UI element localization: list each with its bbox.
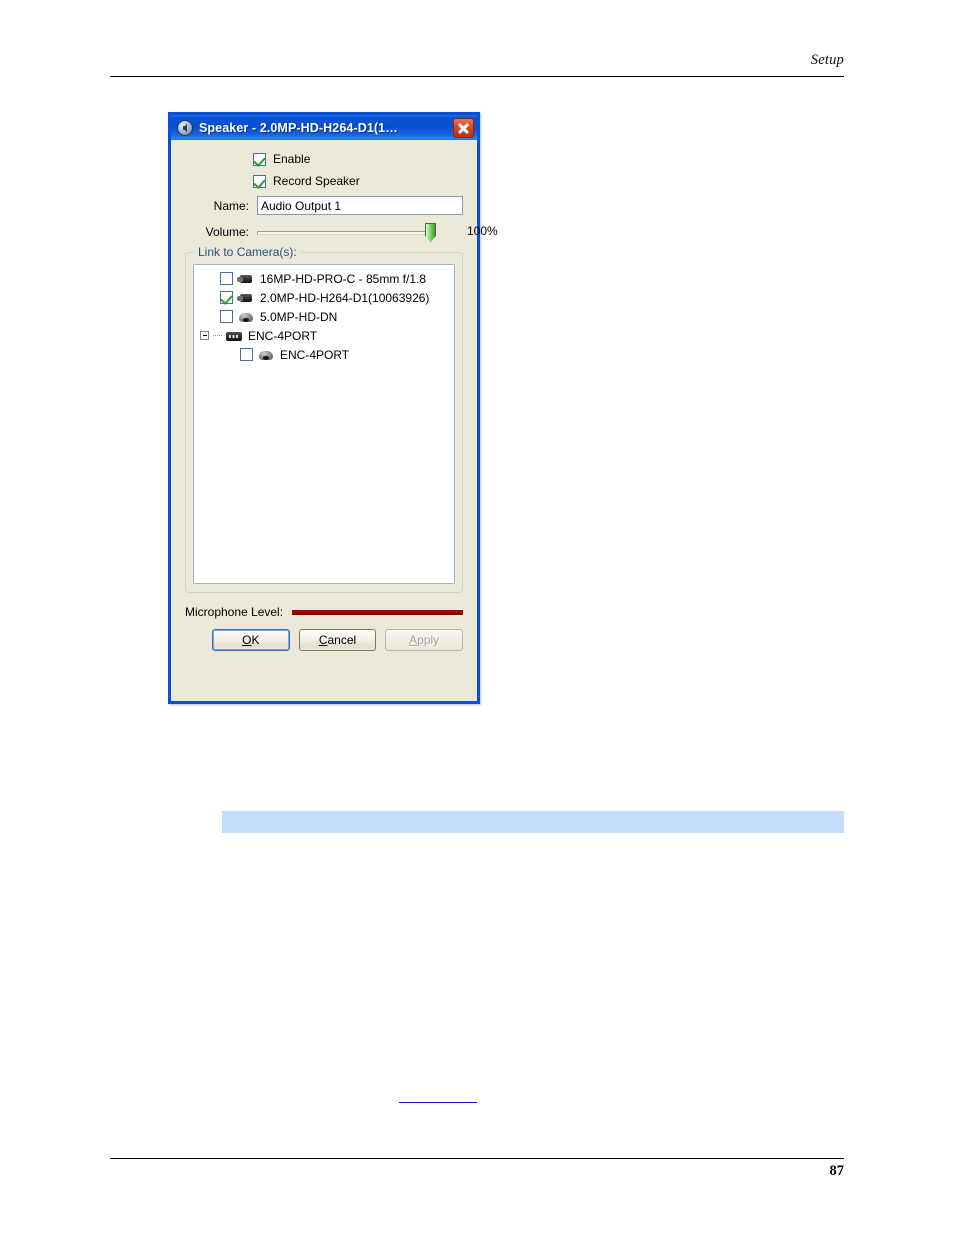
microphone-level-meter: [292, 609, 463, 615]
dialog-body: Enable Record Speaker Name: Volume: 100%…: [171, 140, 498, 651]
enable-row[interactable]: Enable: [253, 152, 463, 166]
bullet-camera-icon: [237, 291, 255, 305]
tree-item-label: 5.0MP-HD-DN: [260, 309, 338, 324]
ok-button-label: OK: [242, 633, 260, 647]
name-row: Name:: [185, 196, 463, 215]
volume-slider-track[interactable]: [257, 231, 433, 235]
highlighted-text-bar: [222, 811, 844, 833]
footer-divider: [110, 1158, 844, 1159]
tree-item-label: ENC-4PORT: [280, 347, 350, 362]
microphone-level-label: Microphone Level:: [185, 605, 284, 619]
tree-item-enc-4port-child[interactable]: ENC-4PORT: [196, 345, 452, 364]
page-header: Setup: [110, 52, 844, 82]
volume-value: 100%: [467, 224, 498, 238]
encoder-icon: [225, 329, 243, 343]
tree-checkbox[interactable]: [220, 272, 233, 285]
speaker-icon: [177, 119, 193, 136]
tree-checkbox[interactable]: [240, 348, 253, 361]
page-header-title: Setup: [810, 52, 844, 68]
close-icon[interactable]: [453, 117, 474, 138]
header-divider: [110, 76, 844, 77]
dialog-title: Speaker - 2.0MP-HD-H264-D1(1…: [199, 120, 398, 135]
dialog-titlebar[interactable]: Speaker - 2.0MP-HD-H264-D1(1…: [168, 112, 480, 140]
apply-button: Apply: [385, 629, 464, 651]
ok-button[interactable]: OK: [212, 629, 290, 651]
cancel-button-label: Cancel: [318, 633, 357, 647]
name-input[interactable]: [257, 196, 463, 215]
volume-label: Volume:: [205, 225, 249, 239]
tree-checkbox[interactable]: [220, 310, 233, 323]
record-speaker-label: Record Speaker: [273, 174, 360, 188]
volume-row: Volume: 100%: [185, 222, 498, 242]
enable-checkbox[interactable]: [253, 152, 266, 166]
volume-slider-thumb[interactable]: [425, 223, 436, 242]
cancel-button[interactable]: Cancel: [298, 629, 377, 651]
record-speaker-row[interactable]: Record Speaker: [253, 174, 463, 188]
page-number: 87: [829, 1163, 845, 1179]
enable-label: Enable: [273, 152, 311, 166]
bullet-camera-icon: [237, 272, 255, 286]
apply-button-label: Apply: [409, 633, 440, 647]
tree-item-label: ENC-4PORT: [248, 328, 318, 343]
tree-item-16mp-hd-pro-c[interactable]: 16MP-HD-PRO-C - 85mm f/1.8: [196, 269, 452, 288]
tree-item-2-0mp-hd-h264-d1[interactable]: 2.0MP-HD-H264-D1(10063926): [196, 288, 452, 307]
tree-item-label: 16MP-HD-PRO-C - 85mm f/1.8: [260, 271, 427, 286]
link-to-cameras-label: Link to Camera(s):: [194, 245, 301, 259]
link-to-cameras-group: Link to Camera(s): 16MP-HD-PRO-C - 85mm …: [185, 245, 463, 593]
microphone-level-row: Microphone Level:: [185, 605, 463, 619]
speaker-settings-dialog: Speaker - 2.0MP-HD-H264-D1(1… Enable Rec…: [168, 112, 498, 704]
tree-item-5-0mp-hd-dn[interactable]: 5.0MP-HD-DN: [196, 307, 452, 326]
tree-item-label: 2.0MP-HD-H264-D1(10063926): [260, 290, 430, 305]
dome-camera-icon: [257, 348, 275, 362]
dialog-button-row: OK Cancel Apply: [185, 629, 464, 651]
tree-item-enc-4port-parent[interactable]: ENC-4PORT: [196, 326, 452, 345]
collapse-minus-icon[interactable]: [200, 331, 209, 340]
record-speaker-checkbox[interactable]: [253, 174, 266, 188]
volume-slider[interactable]: 100%: [257, 222, 498, 242]
tree-connector: [213, 334, 222, 337]
tree-checkbox[interactable]: [220, 291, 233, 304]
camera-tree[interactable]: 16MP-HD-PRO-C - 85mm f/1.8 2.0MP-HD-H264…: [193, 264, 455, 584]
name-label: Name:: [213, 198, 249, 213]
hyperlink-underline[interactable]: [399, 1089, 477, 1103]
dome-camera-icon: [237, 310, 255, 324]
